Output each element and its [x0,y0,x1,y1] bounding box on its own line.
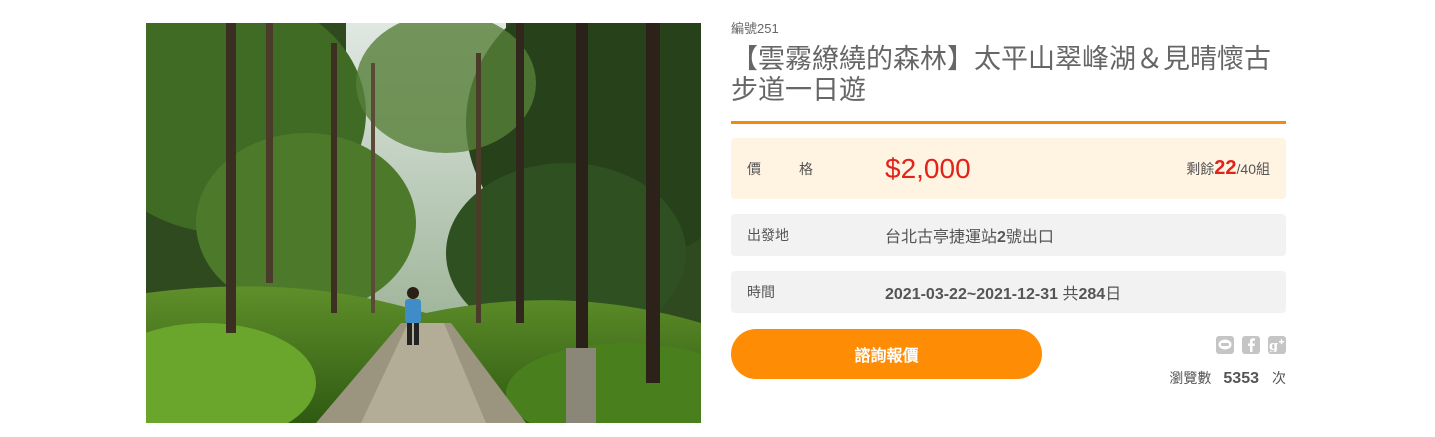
remaining-count: 22 [1214,157,1237,179]
total-suffix: 日 [1105,286,1122,303]
time-value: 2021-03-22~2021-12-31 共284日 [885,280,1121,304]
origin-value-part1: 台北古亭捷運站 [885,229,998,246]
tour-info-panel: 編號251 【雲霧繚繞的森林】太平山翠峰湖＆見晴懷古步道一日遊 價 格 $2,0… [731,20,1286,387]
facebook-icon[interactable] [1242,336,1260,354]
google-plus-icon[interactable]: g [1268,336,1286,354]
total-days: 284 [1078,286,1106,303]
action-area: 諮詢報價 g 瀏覽數 5353 次 [731,327,1286,387]
svg-text:g: g [1269,339,1278,352]
price-row: 價 格 $2,000 剩餘22/40組 [731,138,1286,199]
view-counter: 瀏覽數 5353 次 [1169,368,1286,388]
origin-label: 出發地 [747,227,789,243]
share-icons: g [1216,336,1286,354]
price-value: $2,000 [885,152,971,184]
forest-trail-image [146,23,701,423]
remaining-prefix: 剩餘 [1186,161,1215,177]
total-prefix: 共 [1062,286,1079,303]
inquire-quote-button[interactable]: 諮詢報價 [731,329,1042,379]
remaining-slots: 剩餘22/40組 [1186,157,1270,180]
title-divider [731,121,1286,124]
views-unit: 次 [1272,370,1286,386]
line-icon[interactable] [1216,336,1234,354]
origin-value-part2: 號出口 [1005,229,1054,246]
tour-serial: 編號251 [731,21,779,36]
tour-title: 【雲霧繚繞的森林】太平山翠峰湖＆見晴懷古步道一日遊 [731,44,1271,105]
remaining-suffix: /40組 [1236,161,1270,177]
views-count: 5353 [1223,370,1259,387]
origin-value: 台北古亭捷運站2號出口 [885,223,1054,247]
time-row: 時間 2021-03-22~2021-12-31 共284日 [731,271,1286,313]
origin-value-exit-number: 2 [997,229,1006,246]
price-label: 價 格 [747,160,825,177]
date-range: 2021-03-22~2021-12-31 [885,286,1059,303]
time-label: 時間 [747,284,775,300]
views-label: 瀏覽數 [1169,370,1212,386]
origin-row: 出發地 台北古亭捷運站2號出口 [731,214,1286,256]
tour-photo [146,23,701,423]
